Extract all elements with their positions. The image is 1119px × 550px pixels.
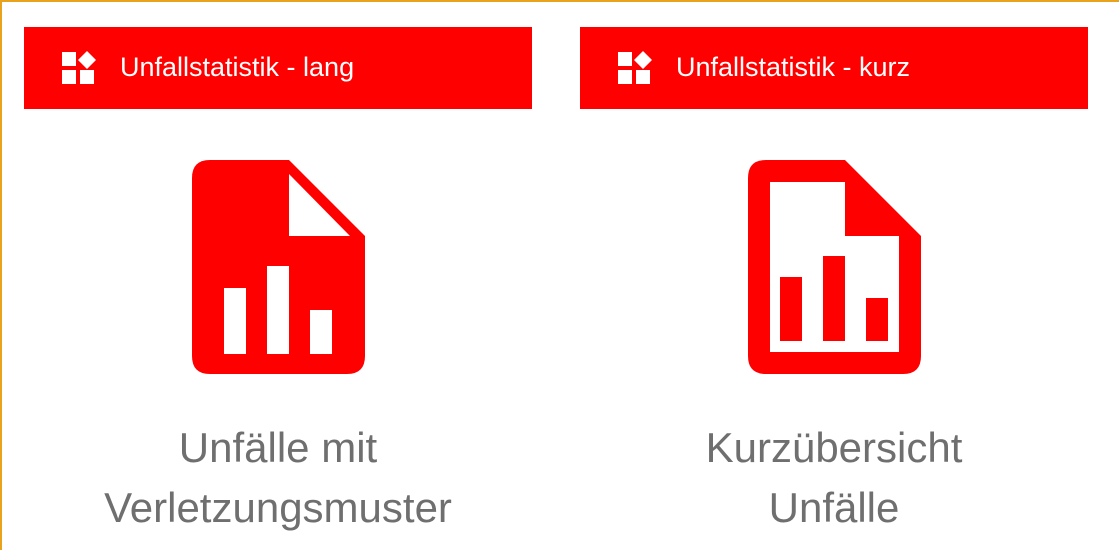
- tile-header-label: Unfallstatistik - lang: [120, 52, 355, 82]
- tile-caption: Unfälle mit Verletzungsmuster: [24, 418, 532, 538]
- tile-header-lang[interactable]: Unfallstatistik - lang: [24, 27, 532, 109]
- document-chart-filled-icon[interactable]: [192, 160, 365, 374]
- caption-line: Verletzungsmuster: [104, 484, 452, 531]
- tile-unfallstatistik-kurz[interactable]: Unfallstatistik - kurz Kurzübersicht Unf…: [580, 27, 1088, 547]
- caption-line: Unfälle mit: [178, 424, 378, 471]
- widgets-icon: [62, 51, 96, 84]
- tile-caption: Kurzübersicht Unfälle: [580, 418, 1088, 538]
- caption-line: Kurzübersicht: [705, 424, 963, 471]
- caption-line: Unfälle: [768, 484, 900, 531]
- tile-unfallstatistik-lang[interactable]: Unfallstatistik - lang Unfälle mit Verle…: [24, 27, 532, 547]
- tile-header-label: Unfallstatistik - kurz: [676, 52, 911, 82]
- tile-header-kurz[interactable]: Unfallstatistik - kurz: [580, 27, 1088, 109]
- document-chart-outline-icon[interactable]: [748, 160, 921, 374]
- widgets-icon: [618, 51, 652, 84]
